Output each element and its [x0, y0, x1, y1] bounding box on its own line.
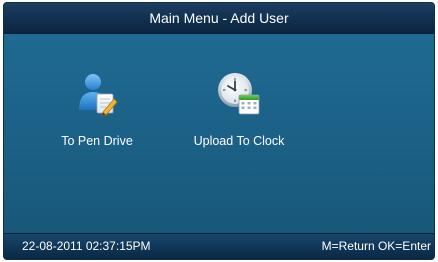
title-bar: Main Menu - Add User — [4, 3, 434, 34]
menu-item-to-pen-drive[interactable]: To Pen Drive — [32, 70, 162, 150]
menu-item-label: To Pen Drive — [61, 134, 133, 148]
menu-item-upload-to-clock[interactable]: Upload To Clock — [174, 70, 304, 150]
device-frame: Main Menu - Add User To Pen Drive Upload… — [0, 0, 438, 262]
menu-area: To Pen Drive Upload To Clock — [4, 34, 434, 234]
status-datetime: 22-08-2011 02:37:15PM — [22, 239, 151, 253]
page-title: Main Menu - Add User — [149, 10, 289, 26]
key-hint: M=Return OK=Enter — [321, 239, 431, 253]
menu-item-label: Upload To Clock — [193, 134, 285, 148]
status-bar: 22-08-2011 02:37:15PM M=Return OK=Enter — [4, 233, 434, 259]
user-edit-icon — [79, 74, 118, 117]
clock-calendar-icon — [218, 73, 260, 115]
device-screen: Main Menu - Add User To Pen Drive Upload… — [4, 3, 434, 259]
